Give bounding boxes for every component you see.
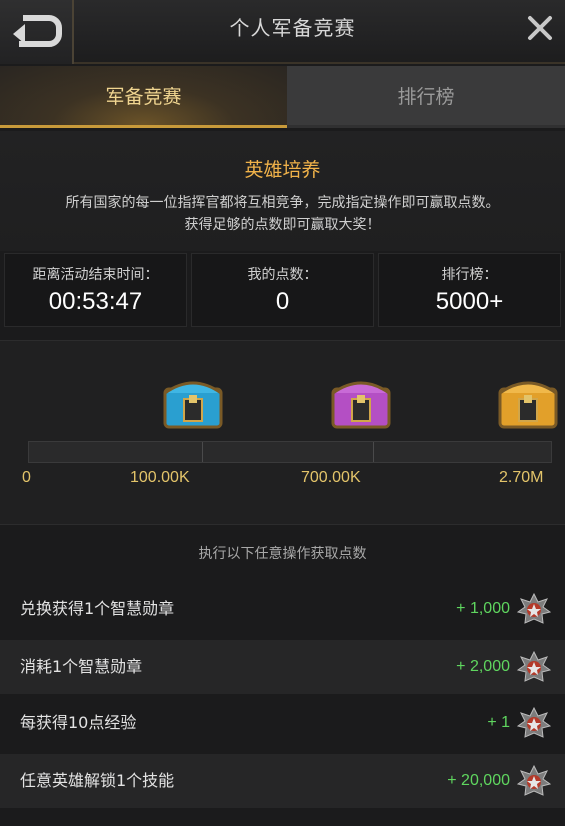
event-info-panel: 英雄培养 所有国家的每一位指挥官都将互相竞争，完成指定操作即可赢取点数。 获得足… — [0, 131, 565, 251]
back-button[interactable] — [0, 0, 74, 64]
close-button[interactable] — [515, 0, 565, 56]
milestone-label: 700.00K — [301, 469, 361, 486]
reward-progress-bar — [28, 441, 552, 463]
purple-chest-icon[interactable] — [330, 375, 392, 431]
event-description: 所有国家的每一位指挥官都将互相竞争，完成指定操作即可赢取点数。 获得足够的点数即… — [20, 192, 545, 236]
time-remaining-value: 00:53:47 — [48, 288, 143, 315]
reward-progress-panel: 0 100.00K 700.00K 2.70M — [0, 340, 565, 525]
medal-icon — [517, 593, 551, 624]
gold-chest-icon[interactable] — [497, 375, 559, 431]
close-icon — [528, 16, 552, 40]
milestone-label: 2.70M — [499, 469, 544, 486]
back-arrow-icon — [13, 15, 62, 47]
action-label: 兑换获得1个智慧勋章 — [20, 599, 175, 618]
milestone-label: 0 — [22, 469, 31, 486]
actions-header: 执行以下任意操作获取点数 — [198, 546, 367, 562]
stats-row: 距离活动结束时间： 00:53:47 我的点数： 0 排行榜： 5000+ — [0, 253, 565, 327]
action-label: 消耗1个智慧勋章 — [20, 657, 143, 676]
action-points: + 2,000 — [456, 658, 510, 675]
action-label: 每获得10点经验 — [20, 713, 137, 732]
medal-icon — [517, 651, 551, 682]
medal-icon — [517, 765, 551, 796]
tab-arms-race[interactable]: 军备竞赛 — [0, 66, 287, 128]
action-points: + 1,000 — [456, 600, 510, 617]
progress-tick — [202, 442, 203, 462]
action-points: + 20,000 — [447, 772, 510, 789]
list-item: 消耗1个智慧勋章 + 2,000 — [0, 640, 565, 694]
page-title: 个人军备竞赛 — [229, 16, 356, 40]
event-description-line: 获得足够的点数即可赢取大奖！ — [184, 217, 381, 233]
rank-label: 排行榜： — [441, 267, 498, 283]
tab-bar: 军备竞赛 排行榜 — [0, 66, 565, 128]
medal-icon — [517, 707, 551, 738]
progress-tick — [373, 442, 374, 462]
list-item: 兑换获得1个智慧勋章 + 1,000 — [0, 582, 565, 636]
time-remaining-box: 距离活动结束时间： 00:53:47 — [4, 253, 187, 327]
list-item: 任意英雄解锁1个技能 + 20,000 — [0, 754, 565, 808]
action-points: + 1 — [487, 714, 510, 731]
my-points-box: 我的点数： 0 — [191, 253, 374, 327]
my-points-label: 我的点数： — [247, 267, 318, 283]
event-description-line: 所有国家的每一位指挥官都将互相竞争，完成指定操作即可赢取点数。 — [65, 195, 500, 211]
action-label: 任意英雄解锁1个技能 — [20, 771, 175, 790]
blue-chest-icon[interactable] — [162, 375, 224, 431]
my-points-value: 0 — [275, 288, 290, 315]
event-title: 英雄培养 — [244, 159, 321, 181]
list-item — [0, 812, 565, 826]
rank-value: 5000+ — [435, 288, 504, 315]
top-bar: 个人军备竞赛 — [0, 0, 565, 64]
list-item: 每获得10点经验 + 1 — [0, 696, 565, 750]
tab-leaderboard[interactable]: 排行榜 — [287, 66, 565, 128]
rank-box[interactable]: 排行榜： 5000+ — [378, 253, 561, 327]
time-remaining-label: 距离活动结束时间： — [32, 267, 159, 283]
milestone-label: 100.00K — [130, 469, 190, 486]
